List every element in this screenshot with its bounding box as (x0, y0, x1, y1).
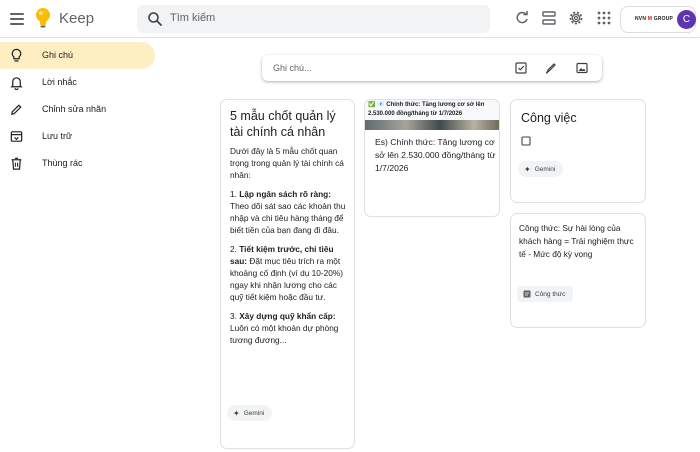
apps-grid-icon[interactable] (596, 10, 612, 26)
note-body: Dưới đây là 5 mẫu chốt quan trọng trong … (230, 145, 350, 353)
new-drawing-brush-icon[interactable] (544, 61, 558, 75)
note-label-icon (523, 290, 531, 298)
note-paragraph: 1. Lập ngân sách rõ ràng: Theo dõi sát s… (230, 189, 346, 235)
note-card-formula[interactable]: Công thức: Sự hài lòng của khách hàng = … (510, 213, 646, 328)
note-body: Công thức: Sự hài lòng của khách hàng = … (519, 223, 634, 259)
checkbox-icon[interactable] (521, 136, 531, 146)
sparkle-icon: ✦ (233, 408, 240, 418)
sidebar-item-label: Chỉnh sửa nhãn (42, 104, 107, 114)
trash-icon (11, 157, 22, 170)
label-chip[interactable]: Công thức (517, 286, 574, 302)
chip-label: Công thức (535, 290, 566, 298)
note-paragraph: Dưới đây là 5 mẫu chốt quan trọng trong … (230, 146, 344, 180)
main-menu-button[interactable] (7, 9, 27, 29)
pencil-icon (11, 104, 22, 115)
sidebar-item-archive[interactable]: Lưu trữ (0, 123, 155, 150)
note-card-finance[interactable]: 5 mẫu chốt quản lý tài chính cá nhân Dướ… (220, 99, 355, 449)
sidebar-item-notes[interactable]: Ghi chú (0, 42, 155, 69)
list-view-icon[interactable] (541, 10, 557, 26)
note-body: Es) Chính thức: Tăng lương cơ sở lên 2.5… (375, 137, 496, 173)
note-image-strip (365, 120, 499, 130)
note-image: ✅ 📧 Chính thức: Tăng lương cơ sở lên 2.5… (365, 100, 499, 120)
sidebar-item-trash[interactable]: Thùng rác (0, 150, 155, 177)
refresh-icon[interactable] (514, 10, 530, 26)
sidebar-item-label: Thùng rác (42, 158, 83, 168)
gemini-chip[interactable]: ✦ Gemini (227, 405, 273, 421)
new-list-checkbox-icon[interactable] (514, 61, 528, 75)
take-note-bar[interactable]: Ghi chú... (262, 55, 602, 81)
bell-icon (10, 77, 23, 90)
sidebar-item-label: Ghi chú (42, 50, 74, 60)
search-icon[interactable] (147, 11, 163, 27)
note-title: 5 mẫu chốt quản lý tài chính cá nhân (230, 109, 336, 139)
chip-label: Gemini (534, 165, 556, 173)
search-input[interactable]: Tìm kiếm (170, 12, 215, 24)
search-bar[interactable]: Tìm kiếm (137, 5, 490, 33)
archive-icon (10, 131, 23, 142)
avatar[interactable]: C (677, 10, 696, 29)
sidebar-item-label: Lời nhắc (42, 77, 77, 87)
note-card-work[interactable]: Công việc ✦ Gemini (510, 99, 646, 203)
chip-label: Gemini (243, 409, 265, 417)
note-paragraph: 3. Xây dựng quỹ khẩn cấp: Luôn có một kh… (230, 311, 339, 345)
note-paragraph: 2. Tiết kiệm trước, chi tiêu sau: Đặt mụ… (230, 244, 344, 302)
lightbulb-icon (11, 48, 22, 62)
app-title[interactable]: Keep (59, 10, 94, 27)
keep-logo-icon (36, 8, 50, 28)
org-logo: NVN M GROUP (635, 16, 674, 22)
top-bar: Keep Tìm kiếm NVN M GROUP C (0, 0, 700, 38)
gemini-chip[interactable]: ✦ Gemini (518, 161, 564, 177)
settings-gear-icon[interactable] (568, 10, 584, 26)
take-note-input[interactable]: Ghi chú... (273, 63, 312, 73)
sidebar-item-edit-labels[interactable]: Chỉnh sửa nhãn (0, 96, 155, 123)
new-image-icon[interactable] (575, 61, 589, 75)
note-title: Công việc (521, 111, 577, 125)
note-card-salary[interactable]: ✅ 📧 Chính thức: Tăng lương cơ sở lên 2.5… (364, 99, 500, 217)
sparkle-icon: ✦ (524, 164, 531, 174)
account-switcher[interactable]: NVN M GROUP C (620, 6, 696, 33)
sidebar-item-label: Lưu trữ (42, 131, 73, 141)
sidebar-item-reminders[interactable]: Lời nhắc (0, 69, 155, 96)
